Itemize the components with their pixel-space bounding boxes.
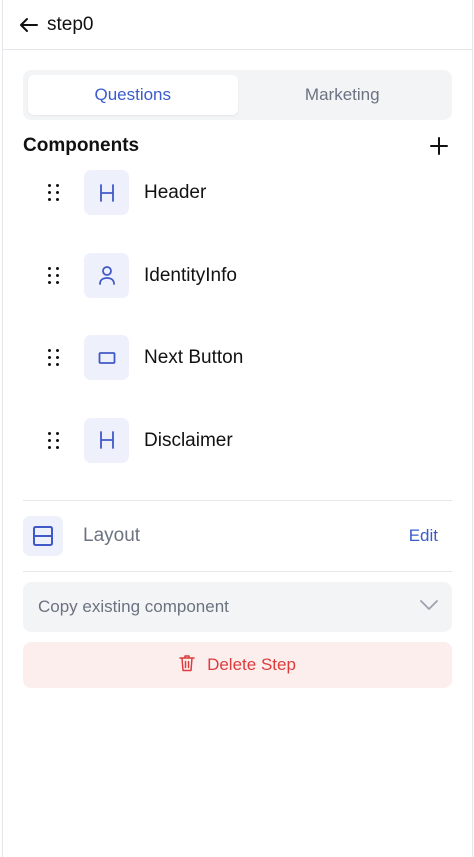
components-title: Components [23,135,140,156]
component-item-next-button[interactable]: Next Button [23,335,452,418]
components-header: Components [23,134,452,158]
arrow-left-icon[interactable] [18,14,40,36]
delete-step-button[interactable]: Delete Step [23,642,452,688]
top-bar: step0 [3,0,472,50]
step-editor-panel: step0 Questions Marketing Components Hea… [2,0,473,857]
component-item-disclaimer[interactable]: Disclaimer [23,417,452,501]
layout-edit-button[interactable]: Edit [409,526,438,546]
components-list: Header IdentityInfo Next Button Disclaim… [23,170,452,500]
plus-icon[interactable] [428,135,450,157]
chevron-down-icon [419,598,439,616]
tab-marketing[interactable]: Marketing [238,75,448,115]
user-icon [84,252,129,298]
component-item-identityinfo[interactable]: IdentityInfo [23,252,452,336]
component-label: Next Button [144,347,244,368]
drag-handle-icon[interactable] [48,184,62,202]
delete-step-label: Delete Step [207,655,296,674]
tab-bar: Questions Marketing [23,70,452,120]
heading-icon [84,417,129,463]
button-icon [84,335,129,380]
tab-questions[interactable]: Questions [28,75,238,115]
drag-handle-icon[interactable] [48,349,62,367]
step-title: step0 [47,13,94,35]
copy-select-placeholder: Copy existing component [38,597,229,616]
trash-icon [179,654,195,677]
divider [23,571,452,572]
heading-icon [84,170,129,215]
drag-handle-icon[interactable] [48,266,62,285]
layout-icon [23,516,63,556]
layout-label: Layout [83,525,141,546]
layout-row: Layout Edit [23,501,452,571]
component-label: Header [144,182,207,203]
copy-existing-component-select[interactable]: Copy existing component [23,582,452,632]
component-item-header[interactable]: Header [23,170,452,253]
component-label: IdentityInfo [144,264,237,286]
component-label: Disclaimer [144,429,233,451]
drag-handle-icon[interactable] [48,431,62,450]
